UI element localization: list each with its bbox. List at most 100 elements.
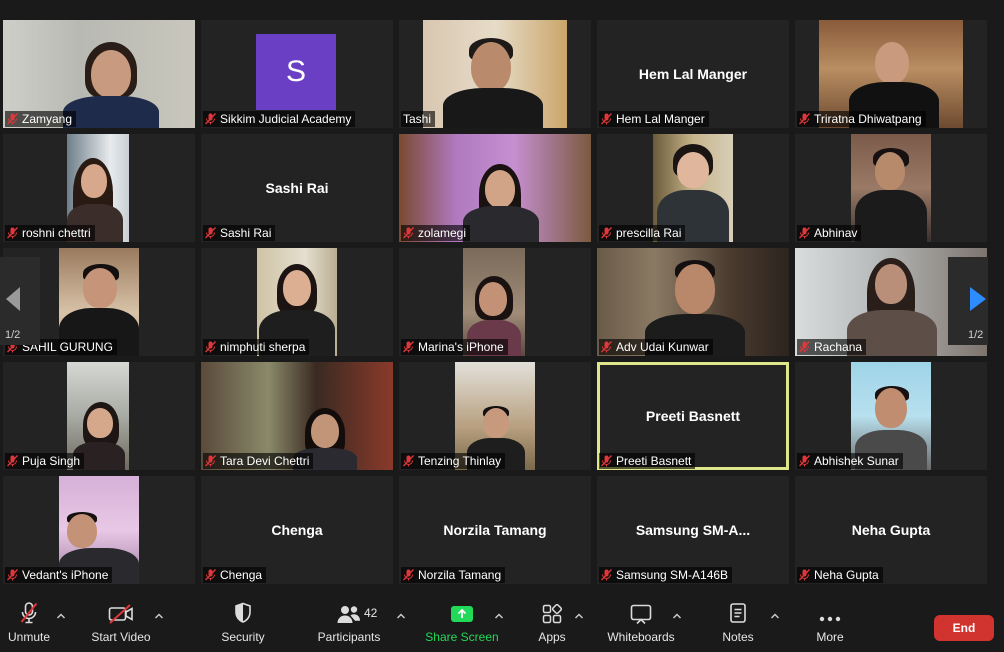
participant-tile[interactable]: Marina's iPhone [399, 248, 591, 356]
microphone-muted-icon [205, 455, 216, 467]
microphone-muted-icon [799, 455, 810, 467]
meeting-toolbar: Unmute Start Video Security Participants… [0, 596, 1004, 652]
participant-display-name: Hem Lal Manger [638, 66, 748, 82]
participant-tile[interactable]: Chenga Chenga [201, 476, 393, 584]
participant-display-name: Neha Gupta [851, 522, 931, 538]
participant-name-label: Vedant's iPhone [5, 567, 113, 583]
microphone-muted-icon [601, 341, 612, 353]
chevron-right-icon [970, 287, 986, 311]
participants-icon [337, 606, 360, 623]
apps-label: Apps [538, 630, 566, 644]
microphone-muted-icon [799, 569, 810, 581]
notes-button[interactable]: Notes [718, 602, 758, 644]
chevron-left-icon [6, 287, 20, 311]
participant-tile[interactable]: S Sikkim Judicial Academy [201, 20, 393, 128]
shield-icon [235, 602, 251, 623]
participant-tile[interactable]: Abhinav [795, 134, 987, 242]
participant-name-label: Puja Singh [5, 453, 85, 469]
participant-name-label: Triratna Dhiwatpang [797, 111, 926, 127]
participant-name-label: Adv Udai Kunwar [599, 339, 713, 355]
participant-name-label: Zamyang [5, 111, 77, 127]
whiteboards-label: Whiteboards [607, 630, 675, 644]
participant-tile[interactable]: Zamyang [3, 20, 195, 128]
participant-name-label: Marina's iPhone [401, 339, 508, 355]
microphone-muted-icon [799, 341, 810, 353]
participant-tile[interactable]: zolamegi [399, 134, 591, 242]
participant-tile[interactable]: Samsung SM-A... Samsung SM-A146B [597, 476, 789, 584]
microphone-muted-icon [7, 113, 18, 125]
participant-tile[interactable]: Neha Gupta Neha Gupta [795, 476, 987, 584]
chevron-up-icon[interactable] [396, 612, 406, 620]
apps-icon [542, 604, 562, 624]
chevron-up-icon[interactable] [672, 612, 682, 620]
participant-name-label: Sikkim Judicial Academy [203, 111, 356, 127]
unmute-label: Unmute [7, 630, 51, 644]
participant-display-name: Chenga [271, 522, 323, 538]
participant-tile[interactable]: Puja Singh [3, 362, 195, 470]
security-button[interactable]: Security [216, 602, 270, 644]
participant-tile[interactable]: Tashi [399, 20, 591, 128]
participant-tile[interactable]: Adv Udai Kunwar [597, 248, 789, 356]
participant-tile-active-speaker[interactable]: Preeti Basnett Preeti Basnett [597, 362, 789, 470]
participant-name-label: Abhinav [797, 225, 862, 241]
chevron-up-icon[interactable] [574, 612, 584, 620]
microphone-muted-icon [403, 455, 414, 467]
chevron-up-icon[interactable] [154, 612, 164, 620]
whiteboards-button[interactable]: Whiteboards [604, 602, 678, 644]
notes-label: Notes [722, 630, 754, 644]
apps-button[interactable]: Apps [530, 602, 574, 644]
previous-page-button[interactable]: 1/2 [0, 257, 40, 345]
participant-tile[interactable]: Abhishek Sunar [795, 362, 987, 470]
participant-name-label: prescilla Rai [599, 225, 686, 241]
participant-name-label: Sashi Rai [203, 225, 276, 241]
microphone-muted-icon [7, 227, 18, 239]
next-page-button[interactable]: 1/2 [948, 257, 988, 345]
microphone-muted-icon [205, 341, 216, 353]
unmute-button[interactable]: Unmute [4, 602, 54, 644]
participant-name-label: roshni chettri [5, 225, 95, 241]
participant-display-name: Preeti Basnett [645, 408, 741, 424]
participant-tile[interactable]: Tara Devi Chettri [201, 362, 393, 470]
participant-tile[interactable]: Tenzing Thinlay [399, 362, 591, 470]
participant-name-label: Samsung SM-A146B [599, 567, 733, 583]
more-button[interactable]: More [810, 602, 850, 644]
chevron-up-icon[interactable] [56, 612, 66, 620]
participant-tile[interactable]: Triratna Dhiwatpang [795, 20, 987, 128]
participant-name-label: nimphuti sherpa [203, 339, 310, 355]
start-video-button[interactable]: Start Video [88, 602, 154, 644]
participant-tile[interactable]: Norzila Tamang Norzila Tamang [399, 476, 591, 584]
participant-name-label: Rachana [797, 339, 867, 355]
microphone-muted-icon [601, 455, 612, 467]
participant-tile[interactable]: Sashi Rai Sashi Rai [201, 134, 393, 242]
more-label: More [816, 630, 844, 644]
microphone-muted-icon [601, 227, 612, 239]
participant-name-label: Preeti Basnett [599, 453, 696, 469]
security-label: Security [221, 630, 265, 644]
participant-avatar: S [256, 34, 336, 110]
video-grid: Zamyang S Sikkim Judicial Academy Tashi … [3, 20, 987, 584]
microphone-muted-icon [601, 113, 612, 125]
chevron-up-icon[interactable] [494, 612, 504, 620]
chevron-up-icon[interactable] [770, 612, 780, 620]
participant-tile[interactable]: prescilla Rai [597, 134, 789, 242]
participant-name-label: Tara Devi Chettri [203, 453, 314, 469]
microphone-muted-icon [20, 602, 38, 624]
video-camera-off-icon [108, 604, 133, 624]
start-video-label: Start Video [91, 630, 151, 644]
microphone-muted-icon [205, 227, 216, 239]
notes-icon [730, 603, 746, 623]
participant-name-label: Chenga [203, 567, 267, 583]
microphone-muted-icon [7, 569, 18, 581]
participants-label: Participants [317, 630, 381, 644]
participant-tile[interactable]: nimphuti sherpa [201, 248, 393, 356]
participant-tile[interactable]: Hem Lal Manger Hem Lal Manger [597, 20, 789, 128]
participant-tile[interactable]: Vedant's iPhone [3, 476, 195, 584]
end-meeting-button[interactable]: End [934, 615, 994, 641]
participant-display-name: Samsung SM-A... [635, 522, 751, 538]
participant-name-label: zolamegi [401, 225, 471, 241]
microphone-muted-icon [403, 227, 414, 239]
participant-name-label: Tashi [401, 111, 436, 127]
share-screen-button[interactable]: Share Screen [424, 602, 500, 644]
participant-name-label: Hem Lal Manger [599, 111, 709, 127]
participant-tile[interactable]: roshni chettri [3, 134, 195, 242]
